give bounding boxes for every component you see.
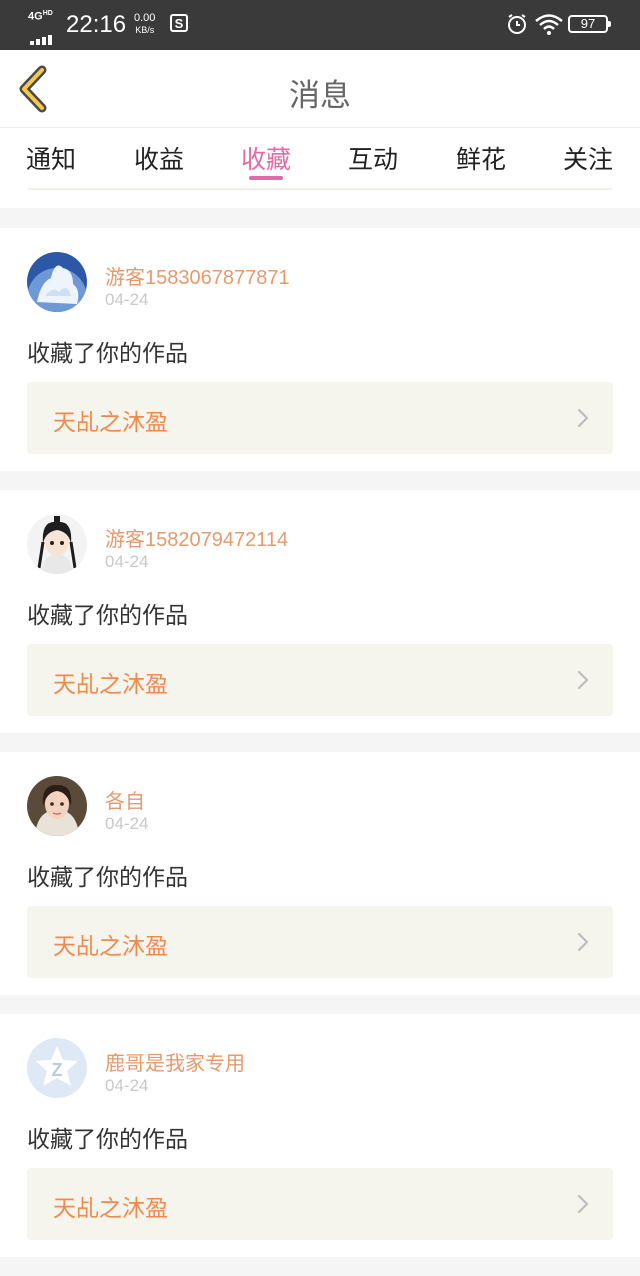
work-title: 天乩之沐盈 (53, 672, 168, 698)
work-title: 天乩之沐盈 (53, 934, 168, 960)
message-card: 游客1582079472114 04-24 收藏了你的作品 天乩之沐盈 (0, 490, 640, 733)
s-notification-icon: S (170, 14, 188, 32)
app-header: 消息 (0, 50, 640, 128)
active-tab-indicator (249, 176, 283, 180)
network-speed: 0.00 KB/s (134, 12, 156, 35)
message-card: Z 鹿哥是我家专用 04-24 收藏了你的作品 天乩之沐盈 (0, 1014, 640, 1257)
divider (28, 188, 612, 190)
avatar[interactable] (27, 514, 87, 574)
message-text: 收藏了你的作品 (27, 603, 188, 629)
message-date: 04-24 (105, 814, 149, 833)
tab-earnings[interactable]: 收益 (119, 140, 199, 176)
work-link[interactable]: 天乩之沐盈 (27, 382, 613, 454)
avatar[interactable]: Z (27, 1038, 87, 1098)
work-title: 天乩之沐盈 (53, 410, 168, 436)
work-link[interactable]: 天乩之沐盈 (27, 906, 613, 978)
avatar[interactable] (27, 252, 87, 312)
username[interactable]: 游客1583067877871 (105, 261, 290, 290)
message-text: 收藏了你的作品 (27, 341, 188, 367)
message-date: 04-24 (105, 1076, 149, 1095)
tab-flowers[interactable]: 鲜花 (441, 140, 521, 176)
message-card: 各自 04-24 收藏了你的作品 天乩之沐盈 (0, 752, 640, 995)
avatar[interactable] (27, 776, 87, 836)
tab-interactions[interactable]: 互动 (333, 140, 413, 176)
work-title: 天乩之沐盈 (53, 1196, 168, 1222)
tab-bar: 通知 收益 收藏 互动 鲜花 关注 (0, 128, 640, 208)
tab-favorites[interactable]: 收藏 (226, 140, 306, 176)
chevron-right-icon (577, 1194, 589, 1214)
page-title: 消息 (289, 78, 351, 114)
username[interactable]: 各自 (105, 785, 145, 814)
chevron-right-icon (577, 932, 589, 952)
wifi-icon (535, 14, 563, 35)
chevron-right-icon (577, 670, 589, 690)
alarm-icon (508, 14, 526, 34)
svg-text:Z: Z (52, 1060, 63, 1080)
battery-icon: 97 (568, 15, 611, 33)
message-text: 收藏了你的作品 (27, 1127, 188, 1153)
chevron-right-icon (577, 408, 589, 428)
tab-notifications[interactable]: 通知 (11, 140, 91, 176)
username[interactable]: 鹿哥是我家专用 (105, 1047, 245, 1076)
message-text: 收藏了你的作品 (27, 865, 188, 891)
status-bar: 4GHD 22:16 0.00 KB/s S 97 (0, 0, 640, 50)
username[interactable]: 游客1582079472114 (105, 523, 288, 552)
work-link[interactable]: 天乩之沐盈 (27, 644, 613, 716)
message-date: 04-24 (105, 290, 149, 309)
signal-icon: 4GHD (28, 10, 58, 45)
message-card: 游客1583067877871 04-24 收藏了你的作品 天乩之沐盈 (0, 228, 640, 471)
message-date: 04-24 (105, 552, 149, 571)
tab-follows[interactable]: 关注 (548, 140, 628, 176)
svg-text:S: S (175, 16, 184, 31)
work-link[interactable]: 天乩之沐盈 (27, 1168, 613, 1240)
status-time: 22:16 (66, 11, 127, 38)
